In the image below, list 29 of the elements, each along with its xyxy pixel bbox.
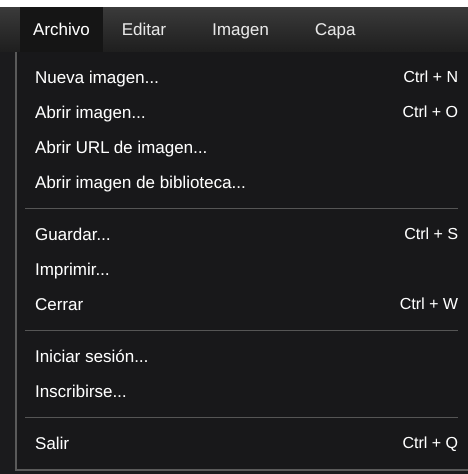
menu-item-label: Salir (35, 432, 70, 455)
menu-item-label: Nueva imagen... (35, 66, 159, 89)
menu-tab[interactable]: Capa (302, 7, 368, 52)
menu-tab[interactable]: Imagen (199, 7, 282, 52)
menu-item-label: Cerrar (35, 294, 84, 316)
menu-item-label: Imprimir... (35, 258, 110, 281)
menu-item-label: Inscribirse... (35, 380, 127, 403)
shortcut-label: Ctrl + N (403, 68, 458, 88)
menu-item-label: Abrir URL de imagen... (35, 136, 208, 159)
shortcut-label: Ctrl + W (400, 294, 458, 314)
menu-item-label: Abrir imagen... (35, 102, 146, 124)
menu-item[interactable]: Nueva imagen... Ctrl + N (35, 60, 458, 95)
menu-item-label: Iniciar sesión... (35, 346, 148, 368)
menu-item[interactable]: Abrir URL de imagen... (35, 130, 458, 165)
menu-item-label: Guardar... (35, 224, 111, 246)
menu-item[interactable]: Guardar... Ctrl + S (35, 217, 458, 252)
menu-item[interactable]: Imprimir... (35, 252, 458, 287)
menu-item[interactable]: Abrir imagen de biblioteca... (35, 165, 458, 200)
shortcut-label: Ctrl + Q (402, 434, 458, 454)
menu-tab[interactable]: Editar (108, 7, 180, 52)
menu-item[interactable]: Inscribirse... (35, 374, 458, 409)
shortcut-label: Ctrl + O (402, 102, 458, 122)
menu-tab[interactable]: Archivo (20, 7, 103, 52)
menu-item-label: Abrir imagen de biblioteca... (35, 172, 246, 194)
menu-item[interactable]: Salir Ctrl + Q (35, 426, 458, 461)
menu-item[interactable]: Cerrar Ctrl + W (35, 287, 458, 322)
menu-item[interactable]: Abrir imagen... Ctrl + O (35, 95, 458, 130)
shortcut-label: Ctrl + S (404, 224, 458, 244)
menu-item[interactable]: Iniciar sesión... (35, 339, 458, 374)
